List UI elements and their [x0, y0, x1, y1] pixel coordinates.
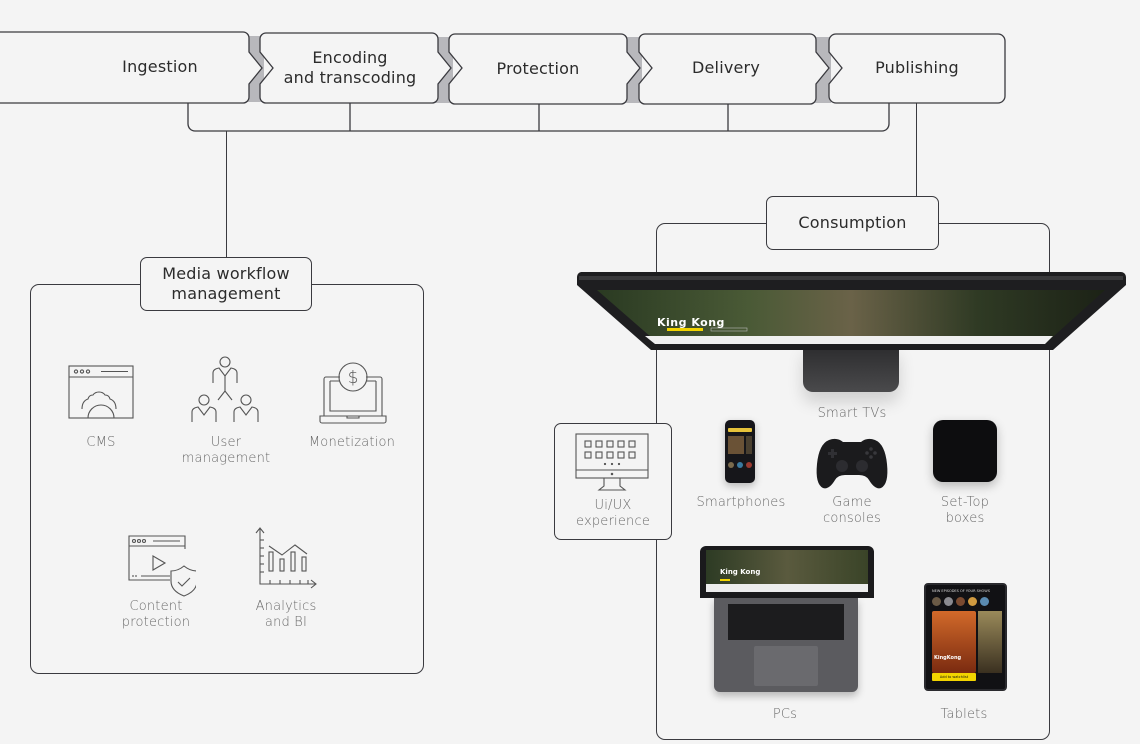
tablet-watchlist-button: Add to watchlist — [932, 673, 976, 681]
workflow-item-user-management: User management — [181, 435, 271, 466]
device-tablets: Tablets — [940, 707, 988, 722]
cms-window-gear-icon — [68, 365, 134, 419]
gamepad-icon — [815, 436, 889, 490]
stage-label: Encoding and transcoding — [283, 48, 417, 87]
tablet-heading: NEW EPISODES OF YOUR SHOWS — [932, 589, 990, 593]
workflow-item-content-protection: Content protection — [121, 599, 191, 630]
stage-label: Delivery — [691, 58, 760, 77]
smart-tv-icon: King Kong — [575, 270, 1127, 395]
stage-ingestion: Ingestion — [60, 34, 260, 100]
tv-stand — [803, 346, 899, 392]
device-set-top-boxes: Set-Top boxes — [940, 495, 990, 526]
svg-text:$: $ — [348, 368, 359, 388]
stage-label: Protection — [496, 59, 580, 78]
stage-encoding: Encoding and transcoding — [266, 34, 434, 102]
workflow-item-analytics: Analytics and BI — [255, 599, 317, 630]
workflow-item-monetization: Monetization — [308, 435, 396, 450]
workflow-title: Media workflow management — [162, 264, 290, 303]
stage-label: Ingestion — [122, 57, 198, 76]
smartphone-icon — [725, 420, 755, 483]
workflow-title-box: Media workflow management — [140, 257, 312, 311]
tablet-title: KingKong — [934, 655, 962, 661]
uiux-label: Ui/UX experience — [575, 498, 651, 529]
device-game-consoles: Game consoles — [822, 495, 882, 526]
stage-protection: Protection — [455, 35, 621, 103]
stage-publishing: Publishing — [832, 34, 1002, 102]
workflow-panel — [30, 284, 424, 674]
device-smart-tvs: Smart TVs — [817, 406, 887, 421]
workflow-item-cms: CMS — [86, 435, 116, 450]
laptop-icon: King Kong — [698, 546, 876, 696]
connector-line-workflow — [226, 131, 228, 259]
uiux-box: Ui/UX experience — [554, 423, 672, 540]
laptop-dollar-icon: $ — [318, 361, 388, 425]
user-hierarchy-icon — [190, 355, 262, 423]
set-top-box-icon — [933, 420, 997, 482]
stage-delivery: Delivery — [645, 34, 807, 102]
monitor-grid-icon — [575, 433, 651, 493]
consumption-title: Consumption — [798, 213, 907, 232]
tv-bezel — [576, 272, 1126, 350]
tv-screen-title: King Kong — [657, 316, 725, 329]
consumption-title-box: Consumption — [766, 196, 939, 250]
stage-label: Publishing — [875, 58, 959, 77]
video-shield-icon — [128, 535, 196, 597]
laptop-screen-title: King Kong — [720, 568, 761, 576]
device-smartphones: Smartphones — [696, 495, 786, 510]
tablet-icon: NEW EPISODES OF YOUR SHOWS KingKong Add … — [924, 583, 1007, 691]
bar-chart-icon — [254, 526, 320, 590]
device-pcs: PCs — [772, 707, 798, 722]
